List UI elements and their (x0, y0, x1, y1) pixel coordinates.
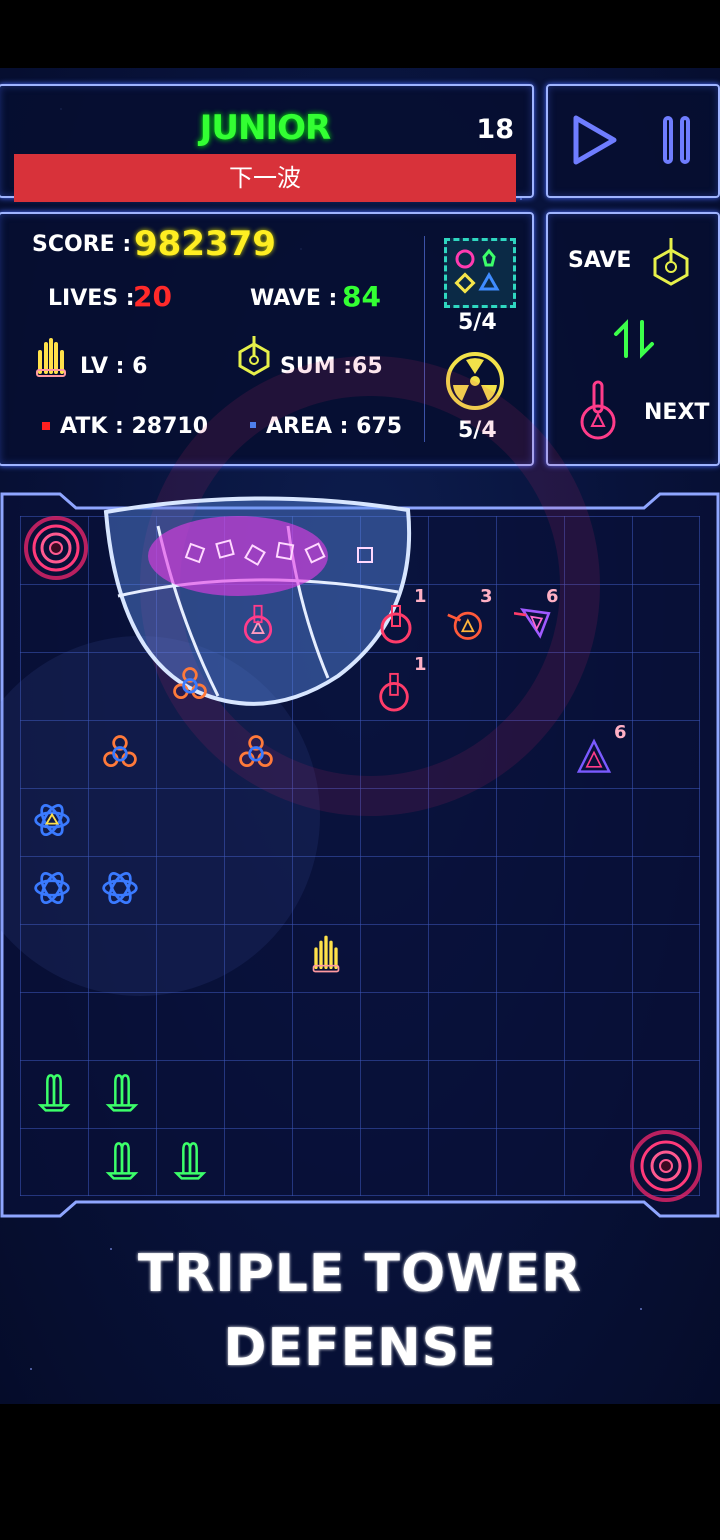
game-title-line-2: DEFENSE (223, 1318, 497, 1378)
enemy-level-tag: 6 (546, 586, 559, 607)
wave-value: 84 (342, 280, 381, 313)
atk-label: ATK : 28710 (60, 414, 209, 439)
rank-title: JUNIOR (199, 108, 331, 148)
tower-level: LV : 6 (80, 354, 148, 379)
pause-icon[interactable] (662, 116, 692, 166)
next-tower-icon (580, 380, 616, 440)
score-value: 982379 (134, 224, 276, 264)
play-icon[interactable] (570, 114, 620, 166)
pink-cannon-tower-icon[interactable] (238, 604, 278, 644)
save-label: SAVE (568, 248, 632, 273)
enemy-purple-ship-icon (514, 608, 551, 639)
tower-level-icon (36, 338, 66, 377)
green-rocket-tower-icon[interactable] (34, 1072, 74, 1112)
enemy-level-tag: 1 (414, 586, 427, 607)
game-title-line-1: TRIPLE TOWER (137, 1244, 583, 1304)
score-label: SCORE : (32, 232, 132, 257)
atk-marker (42, 422, 50, 430)
orange-flower-tower-icon[interactable] (100, 732, 140, 772)
star (640, 1308, 642, 1310)
wave-header-panel: JUNIOR 18 下一波 (0, 84, 534, 202)
blue-atom-tower-icon[interactable] (32, 868, 72, 908)
green-rocket-tower-icon[interactable] (102, 1072, 142, 1112)
saved-tower-icon[interactable] (650, 236, 692, 286)
grid-line (632, 516, 633, 1196)
hexagon-tower-icon (238, 336, 270, 376)
yellow-missile-tower-icon[interactable] (306, 934, 346, 974)
star (520, 198, 522, 200)
enemy-red-cannon-icon (379, 672, 409, 712)
lives-label: LIVES : (48, 286, 135, 311)
next-label: NEXT (644, 400, 710, 425)
lives-value: 20 (133, 280, 172, 313)
game-screen: JUNIOR 18 下一波 SCORE : 982379 LIVES : 20 … (0, 68, 720, 1404)
enemy-orange-tank-icon (447, 611, 482, 640)
wave-label: WAVE : (250, 286, 338, 311)
swap-icon[interactable] (610, 318, 658, 360)
orange-flower-tower-icon[interactable] (170, 664, 210, 704)
enemy-red-cannon-icon (380, 605, 412, 644)
enemy-level-tag: 1 (414, 654, 427, 675)
green-rocket-tower-icon[interactable] (170, 1140, 210, 1180)
enemy-level-tag: 3 (480, 586, 493, 607)
controls-panel (546, 84, 720, 198)
save-next-panel: SAVE NEXT (546, 212, 720, 466)
blue-atom-tower-icon[interactable] (100, 868, 140, 908)
orange-flower-tower-icon[interactable] (236, 732, 276, 772)
shapes-icon (454, 248, 500, 294)
blue-atom-tower-icon[interactable] (32, 800, 72, 840)
level-number: 18 (476, 114, 514, 145)
enemy-triangle-ship-icon (576, 738, 612, 773)
green-rocket-tower-icon[interactable] (102, 1140, 142, 1180)
slot-1-count: 5/4 (458, 310, 497, 335)
enemy-level-tag: 6 (614, 722, 627, 743)
next-wave-button[interactable]: 下一波 (14, 154, 516, 202)
game-board[interactable]: 1 3 6 1 6 (0, 356, 702, 1202)
enemy-exit-portal-icon (630, 1130, 702, 1202)
enemy-spawn-portal-icon (24, 516, 88, 580)
tower-slot-1[interactable] (444, 238, 516, 308)
grid-line (699, 516, 700, 1196)
